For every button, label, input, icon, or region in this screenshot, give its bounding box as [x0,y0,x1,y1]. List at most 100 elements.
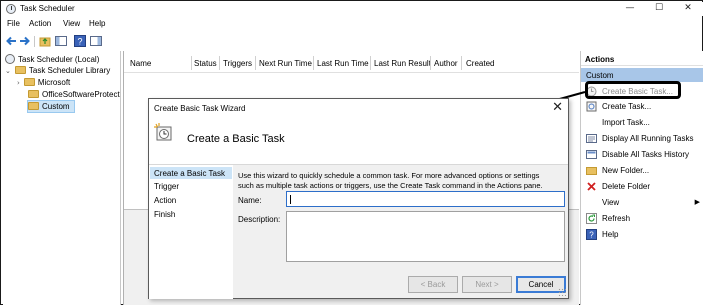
folder-icon [14,66,26,74]
action-disable-tasks-history[interactable]: Disable All Tasks History [581,147,703,163]
action-display-running-tasks[interactable]: Display All Running Tasks [581,131,703,147]
folder-icon [586,167,597,175]
navigation-tree: Task Scheduler (Local) ⌄ Task Scheduler L… [3,51,121,305]
show-hide-action-pane-icon[interactable] [90,35,102,47]
forward-arrow-icon[interactable] [19,35,31,47]
action-label: Create Task... [602,102,652,111]
header-divider [124,72,579,73]
resize-grip[interactable] [558,288,566,296]
tree-item-label: Custom [42,102,70,111]
column-author[interactable]: Author [434,59,458,68]
toolbar: ? [2,32,703,50]
tree-item-custom[interactable]: Custom [27,100,75,113]
column-divider[interactable] [219,56,220,70]
column-divider[interactable] [370,56,371,70]
column-name[interactable]: Name [130,59,151,68]
dialog-header: Create a Basic Task [149,119,568,165]
task-scheduler-icon [6,4,16,14]
column-divider[interactable] [430,56,431,70]
help-icon[interactable]: ? [74,35,86,47]
actions-header: Actions [581,52,703,66]
create-basic-task-dialog: Create Basic Task Wizard ✕ Create a Basi… [148,98,569,299]
running-tasks-icon [586,134,597,143]
column-divider[interactable] [255,56,256,70]
step-create-basic-task[interactable]: Create a Basic Task [150,167,232,179]
column-divider[interactable] [461,56,462,70]
clock-icon [5,54,15,64]
column-next-run-time[interactable]: Next Run Time [259,59,312,68]
show-hide-tree-icon[interactable] [55,35,67,47]
text-caret [290,195,291,204]
column-last-run-time[interactable]: Last Run Time [317,59,369,68]
folder-icon [23,78,35,86]
history-icon [586,150,597,159]
action-label: Help [602,230,619,239]
back-arrow-icon[interactable] [5,35,17,47]
tree-item-microsoft[interactable]: › Microsoft [17,78,70,87]
action-label: Display All Running Tasks [602,134,694,143]
svg-text:?: ? [589,231,594,240]
tree-item-label: Microsoft [37,78,71,87]
toolbar-separator [34,36,35,47]
action-create-task[interactable]: Create Task... [581,99,703,115]
tree-item-label: OfficeSoftwareProtect [42,90,120,99]
close-button[interactable]: ✕ [674,2,702,16]
tree-item-label: Task Scheduler Library [28,66,111,75]
column-last-run-result[interactable]: Last Run Result [374,59,431,68]
task-wizard-icon [154,123,172,141]
column-divider[interactable] [191,56,192,70]
dialog-close-button[interactable]: ✕ [552,100,563,115]
action-view[interactable]: View ▶ [581,195,703,211]
tree-item-task-scheduler-local[interactable]: Task Scheduler (Local) [5,54,99,64]
dialog-title: Create Basic Task Wizard [154,104,246,113]
delete-icon [587,182,596,191]
tree-item-officesoftwareprotect[interactable]: OfficeSoftwareProtect [28,90,120,99]
action-label: Disable All Tasks History [602,150,689,159]
action-help[interactable]: ? Help [581,227,703,243]
chevron-right-icon[interactable]: › [17,79,20,87]
column-status[interactable]: Status [194,59,217,68]
tree-item-task-scheduler-library[interactable]: ⌄ Task Scheduler Library [5,66,110,75]
name-input[interactable] [286,191,565,207]
menu-file[interactable]: File [7,19,20,28]
column-divider[interactable] [313,56,314,70]
action-label: New Folder... [602,166,650,175]
folder-icon [28,102,39,110]
svg-text:?: ? [77,37,82,47]
action-import-task[interactable]: Import Task... [581,115,703,131]
action-label: Refresh [602,214,631,223]
title-bar: Task Scheduler — ☐ ✕ [2,2,703,16]
column-triggers[interactable]: Triggers [223,59,252,68]
description-line: such as multiple task actions or trigger… [238,181,543,190]
menu-help[interactable]: Help [89,19,105,28]
column-created[interactable]: Created [466,59,494,68]
action-new-folder[interactable]: New Folder... [581,163,703,179]
step-action[interactable]: Action [150,194,232,206]
action-refresh[interactable]: Refresh [581,211,703,227]
dialog-title-bar[interactable]: Create Basic Task Wizard ✕ [149,99,568,119]
submenu-arrow-icon: ▶ [694,199,700,206]
back-button[interactable]: < Back [408,276,458,293]
menu-action[interactable]: Action [29,19,51,28]
action-label: Import Task... [602,118,650,127]
action-label: View [602,198,620,207]
step-trigger[interactable]: Trigger [150,180,232,192]
refresh-icon [586,213,597,224]
minimize-button[interactable]: — [616,2,644,16]
window-title: Task Scheduler [20,4,75,13]
action-label: Delete Folder [602,182,651,191]
chevron-down-icon[interactable]: ⌄ [5,67,11,75]
menu-view[interactable]: View [63,19,80,28]
up-folder-icon[interactable] [39,35,51,47]
wizard-steps: Create a Basic Task Trigger Action Finis… [149,165,233,299]
next-button[interactable]: Next > [462,276,512,293]
description-label: Description: [238,215,281,224]
action-delete-folder[interactable]: Delete Folder [581,179,703,195]
description-input[interactable] [286,211,565,262]
actions-section-custom[interactable]: Custom [581,68,703,82]
highlight-callout [585,81,681,99]
help-icon: ? [586,229,597,240]
maximize-button[interactable]: ☐ [645,2,673,16]
wizard-description: Use this wizard to quickly schedule a co… [238,171,563,191]
step-finish[interactable]: Finish [150,208,232,220]
